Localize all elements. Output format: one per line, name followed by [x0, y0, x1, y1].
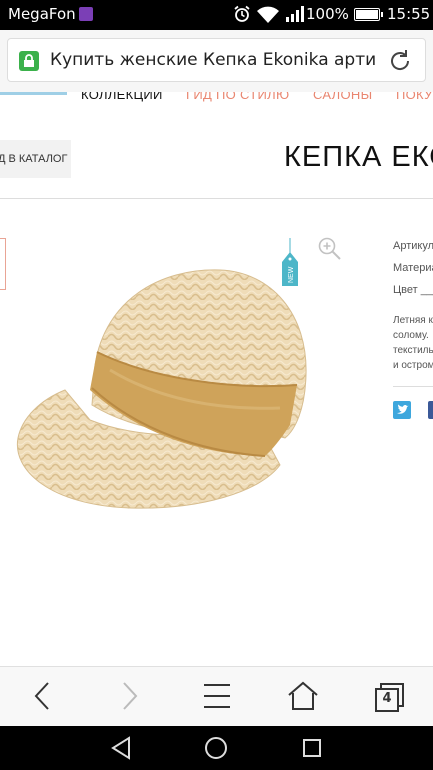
description-divider — [393, 386, 433, 387]
page-title: КЕПКА ЕКО — [284, 141, 433, 173]
attr-material: Материа — [393, 262, 433, 274]
android-home-icon[interactable] — [204, 736, 228, 760]
android-nav-bar — [0, 726, 433, 770]
signal-icon — [286, 6, 304, 22]
battery-percent: 100% — [306, 5, 349, 23]
zoom-icon[interactable] — [317, 236, 343, 262]
nav-item-salons[interactable]: САЛОНЫ — [313, 92, 372, 102]
menu-icon[interactable] — [202, 679, 232, 713]
divider — [0, 198, 433, 199]
alarm-icon — [234, 5, 250, 22]
attr-article: Артикул — [393, 240, 433, 252]
desc-line: солому. — [393, 330, 429, 341]
android-recents-icon[interactable] — [302, 738, 322, 758]
nav-item-collections[interactable]: КОЛЛЕКЦИИ — [81, 92, 163, 102]
twitter-icon[interactable] — [393, 401, 411, 419]
desc-line: Летняя к — [393, 315, 433, 326]
wifi-icon — [257, 6, 279, 23]
android-back-icon[interactable] — [110, 736, 132, 760]
product-description: Летняя к солому. текстиль и остром — [393, 313, 433, 373]
desc-line: текстиль — [393, 345, 433, 356]
home-icon[interactable] — [287, 679, 319, 713]
browser-toolbar: 4 — [0, 666, 433, 726]
carrier-label: MegaFon — [8, 5, 76, 23]
url-text: Купить женские Кепка Ekonika артикул — [50, 50, 376, 70]
tab-count: 4 — [382, 691, 392, 706]
status-bar: MegaFon 100% 15:55 — [0, 0, 433, 30]
attr-color: Цвет ___ — [393, 284, 433, 296]
address-bar: Купить женские Кепка Ekonika артикул — [0, 30, 433, 92]
forward-icon[interactable] — [116, 679, 142, 713]
product-attributes: Артикул Материа Цвет ___ — [393, 240, 433, 306]
site-nav: КОЛЛЕКЦИИ ГИД ПО СТИЛЮ САЛОНЫ ПОКУ — [0, 92, 433, 106]
sim-icon — [79, 7, 93, 21]
nav-item-style-guide[interactable]: ГИД ПО СТИЛЮ — [186, 92, 289, 102]
back-to-catalog-button[interactable]: Д В КАТАЛОГ — [0, 140, 71, 178]
nav-item-purchase[interactable]: ПОКУ — [396, 92, 433, 102]
back-icon[interactable] — [30, 679, 56, 713]
lock-icon — [19, 51, 39, 71]
reload-icon[interactable] — [387, 48, 413, 74]
nav-accent-line — [0, 92, 67, 95]
product-image[interactable] — [10, 260, 310, 516]
product-thumbnail[interactable] — [0, 238, 6, 290]
clock: 15:55 — [387, 5, 431, 23]
battery-icon — [354, 8, 383, 21]
url-field[interactable]: Купить женские Кепка Ekonika артикул — [7, 38, 426, 82]
desc-line: и остром — [393, 360, 433, 371]
facebook-icon[interactable] — [428, 401, 433, 419]
